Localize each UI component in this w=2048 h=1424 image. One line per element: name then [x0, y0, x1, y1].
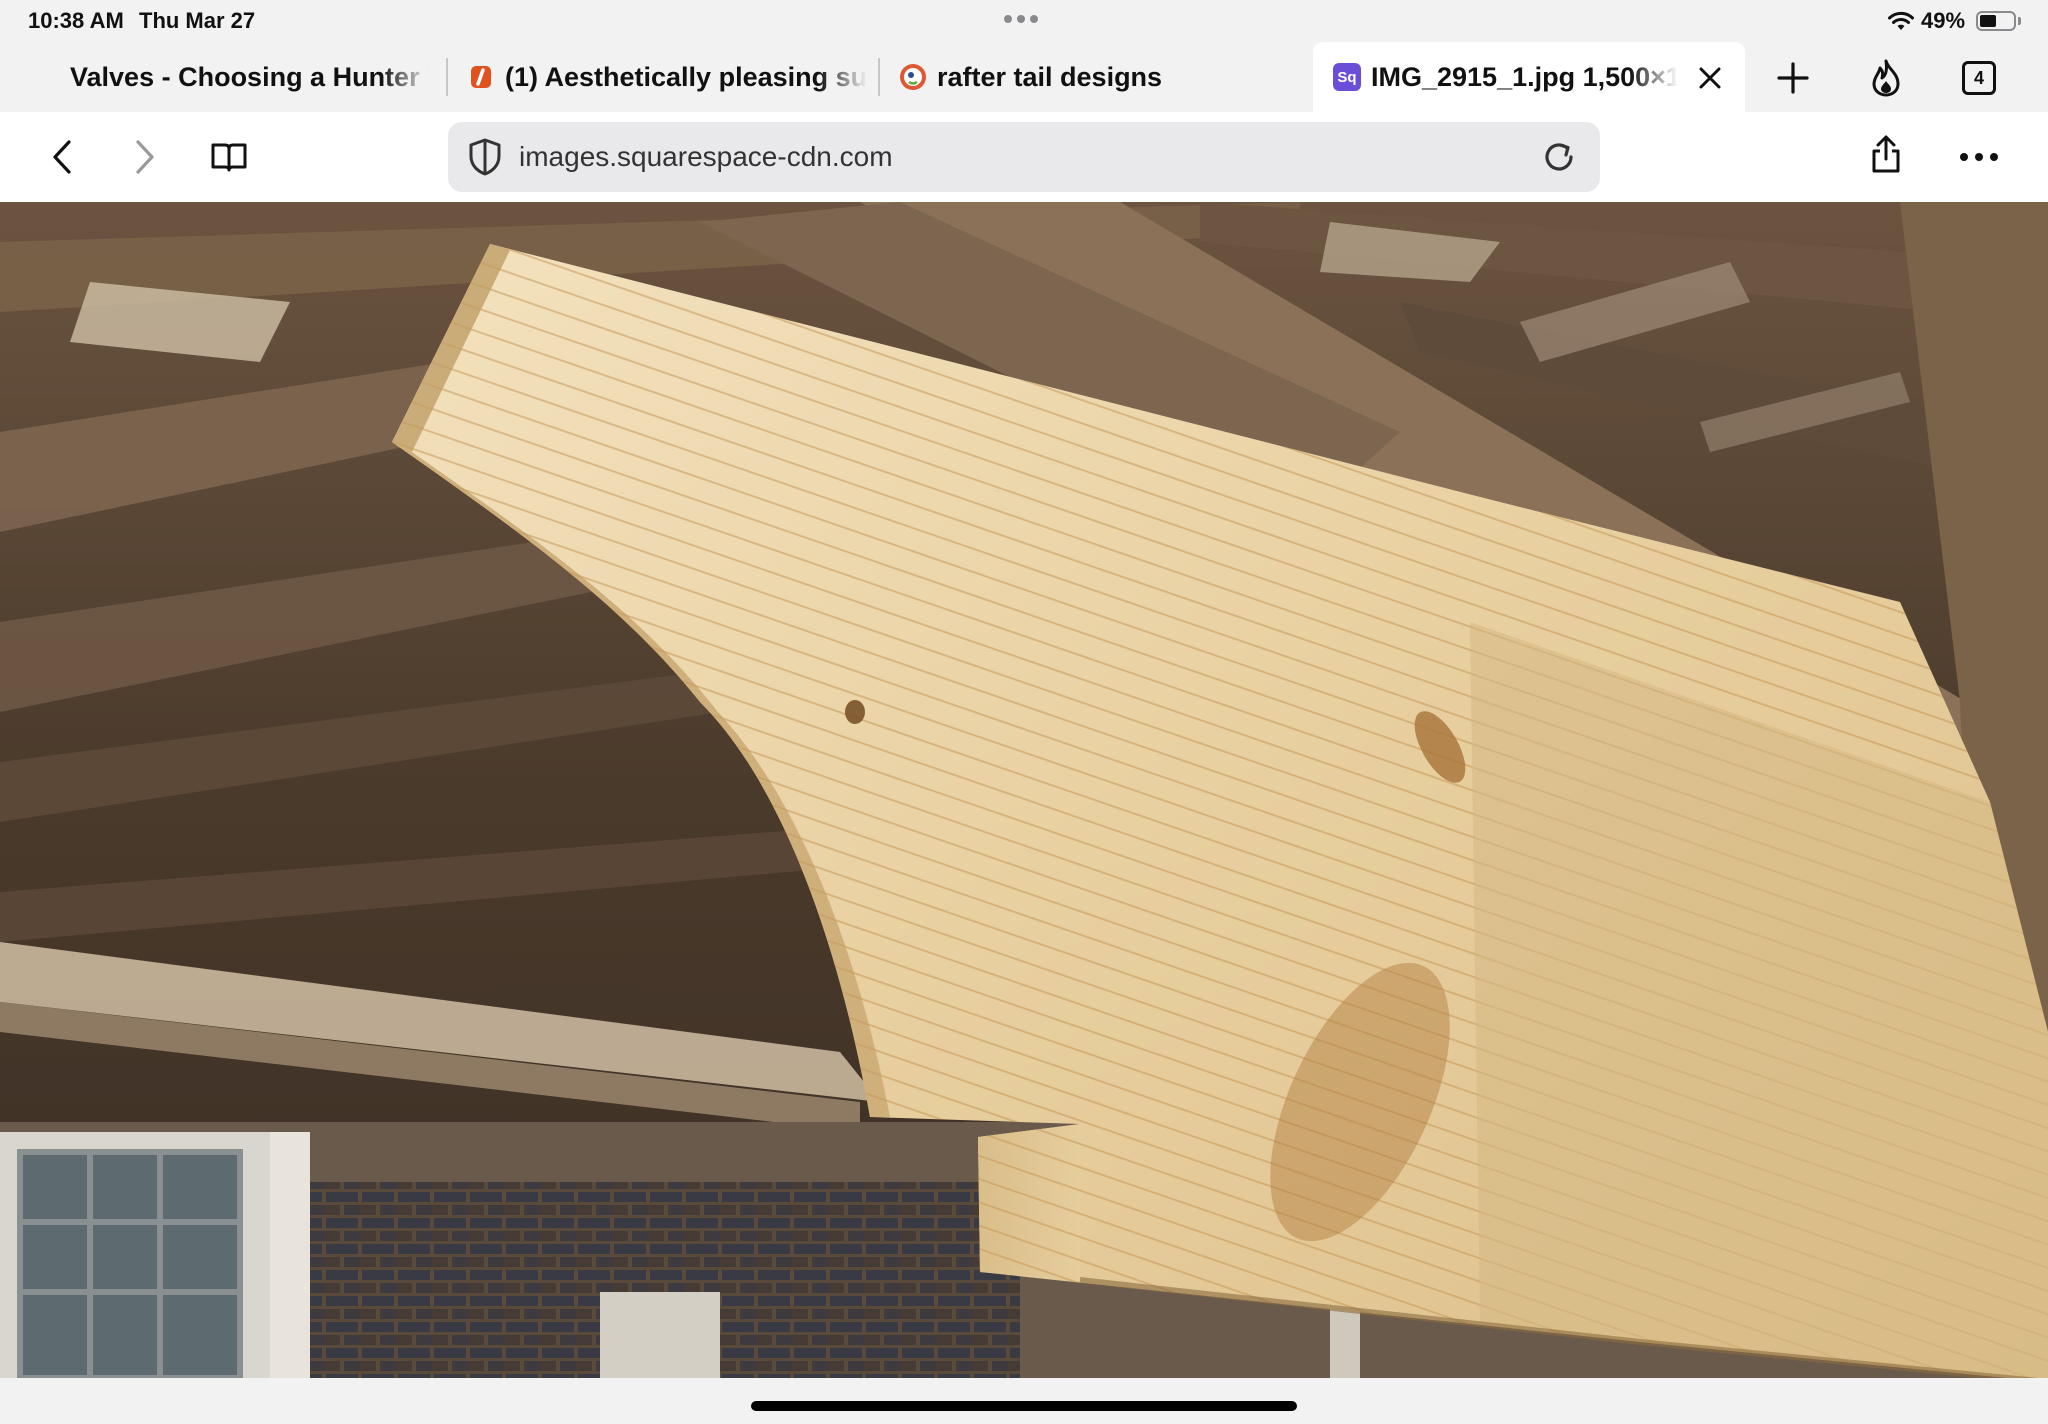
status-date: Thu Mar 27	[139, 8, 256, 33]
status-bar: 10:38 AM Thu Mar 27 49%	[0, 0, 2048, 42]
reload-icon[interactable]	[1534, 132, 1584, 182]
forward-chevron-icon[interactable]	[115, 127, 175, 187]
browser-toolbar: images.squarespace-cdn.com	[0, 112, 2048, 202]
tab-valves[interactable]: Valves - Choosing a Hunter V	[70, 46, 430, 108]
flame-icon[interactable]	[1862, 54, 1910, 102]
battery-percent: 49%	[1921, 8, 1966, 33]
duckduckgo-favicon-icon	[899, 63, 927, 91]
tab-rafter-tail-designs[interactable]: rafter tail designs	[899, 46, 1299, 108]
home-indicator-area	[0, 1378, 2048, 1424]
address-bar[interactable]: images.squarespace-cdn.com	[448, 122, 1600, 192]
status-time: 10:38 AM	[28, 8, 124, 33]
tab-img-2915[interactable]: Sq IMG_2915_1.jpg 1,500×1,	[1333, 46, 1678, 108]
reddit-style-favicon-icon	[467, 63, 495, 91]
reader-book-icon[interactable]	[199, 127, 259, 187]
back-chevron-icon[interactable]	[32, 127, 92, 187]
tab-count-button[interactable]: 4	[1955, 54, 2003, 102]
battery-icon	[1976, 11, 2016, 31]
home-indicator[interactable]	[751, 1401, 1297, 1411]
rafter-tail-photo	[0, 202, 2048, 1378]
tab-label: Valves - Choosing a Hunter V	[70, 61, 430, 92]
tab-count: 4	[1962, 61, 1996, 95]
image-viewer[interactable]	[0, 202, 2048, 1378]
share-icon[interactable]	[1856, 124, 1916, 184]
tab-label: rafter tail designs	[937, 61, 1163, 92]
privacy-shield-icon[interactable]	[460, 132, 510, 182]
tab-bar: Valves - Choosing a Hunter V (1) Aesthet…	[0, 42, 2048, 112]
tab-aesthetically-pleasing[interactable]: (1) Aesthetically pleasing sup	[467, 46, 867, 108]
wifi-icon	[1888, 11, 1914, 30]
tab-label: (1) Aesthetically pleasing sup	[505, 61, 867, 92]
squarespace-favicon-icon: Sq	[1333, 63, 1361, 91]
new-tab-plus-icon[interactable]	[1769, 54, 1817, 102]
multitasking-dots-icon[interactable]	[1004, 15, 1038, 23]
url-text: images.squarespace-cdn.com	[519, 141, 893, 172]
more-options-icon[interactable]	[1949, 127, 2009, 187]
close-tab-icon[interactable]	[1686, 54, 1734, 102]
